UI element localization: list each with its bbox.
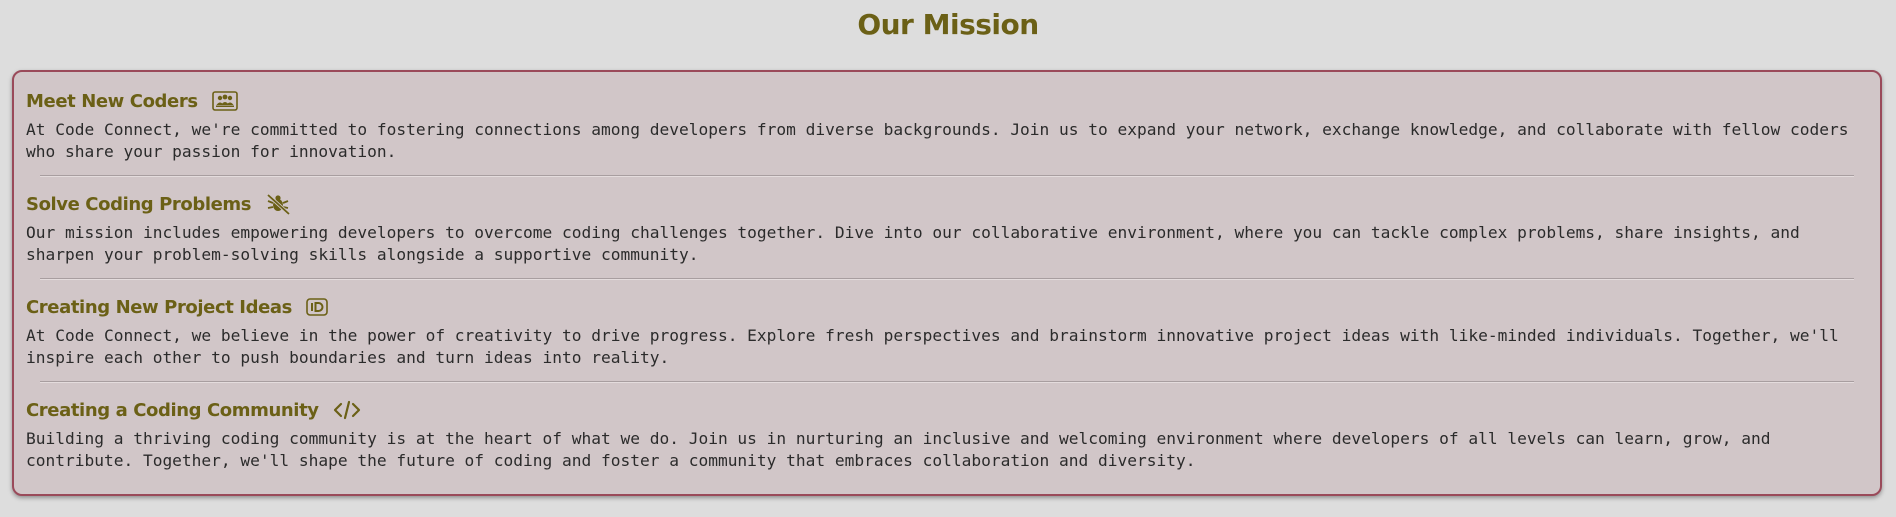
section-heading: Creating a Coding Community: [26, 395, 1868, 425]
section-title: Solve Coding Problems: [26, 193, 252, 215]
mission-card: Meet New Coders At Code Connect, we're c…: [12, 70, 1882, 496]
section-body: At Code Connect, we believe in the power…: [26, 326, 1839, 367]
section-title: Meet New Coders: [26, 90, 198, 112]
people-group-icon: [211, 91, 238, 111]
divider: [40, 278, 1854, 280]
divider: [40, 381, 1854, 383]
section-body: Our mission includes empowering develope…: [26, 223, 1800, 264]
section-heading: Meet New Coders: [26, 86, 1868, 116]
section-title: Creating New Project Ideas: [26, 296, 292, 318]
section-body: At Code Connect, we're committed to fost…: [26, 120, 1849, 161]
section-body: Building a thriving coding community is …: [26, 429, 1771, 470]
divider: [40, 175, 1854, 177]
lightbulb-idea-icon: [306, 297, 328, 317]
section-heading: Creating New Project Ideas: [26, 292, 1868, 322]
mission-section-meet-new-coders: Meet New Coders At Code Connect, we're c…: [26, 86, 1868, 163]
code-icon: [333, 400, 361, 420]
section-title: Creating a Coding Community: [26, 399, 319, 421]
mission-section-coding-community: Creating a Coding Community Building a t…: [26, 395, 1868, 472]
page-title: Our Mission: [857, 8, 1039, 41]
mission-section-solve-coding-problems: Solve Coding Problems Our mission includ…: [26, 189, 1868, 266]
section-heading: Solve Coding Problems: [26, 189, 1868, 219]
mission-section-new-project-ideas: Creating New Project Ideas At Code Conne…: [26, 292, 1868, 369]
bug-slash-icon: [265, 193, 291, 215]
